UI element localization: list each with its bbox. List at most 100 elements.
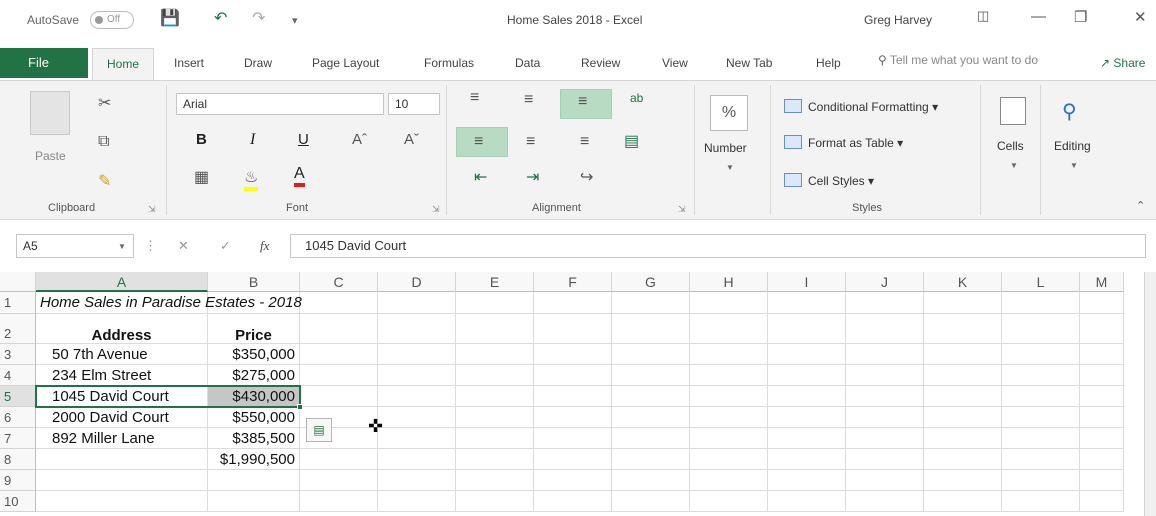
grid-cell[interactable] bbox=[300, 386, 378, 407]
undo-icon[interactable]: ↶ bbox=[214, 8, 227, 28]
grid-cell[interactable] bbox=[768, 449, 846, 470]
grid-cell[interactable] bbox=[456, 470, 534, 491]
grid-cell[interactable] bbox=[534, 449, 612, 470]
grid-cell[interactable] bbox=[534, 386, 612, 407]
grid-cell[interactable] bbox=[924, 365, 1002, 386]
grid-cell[interactable] bbox=[1080, 365, 1124, 386]
grid-cell[interactable] bbox=[768, 491, 846, 512]
column-header-j[interactable]: J bbox=[846, 272, 924, 292]
grid-cell[interactable] bbox=[612, 344, 690, 365]
tab-insert[interactable]: Insert bbox=[174, 56, 204, 70]
column-header-f[interactable]: F bbox=[534, 272, 612, 292]
grid-cell[interactable] bbox=[1080, 470, 1124, 491]
grid-cell[interactable] bbox=[924, 386, 1002, 407]
row-header-5[interactable]: 5 bbox=[0, 386, 36, 407]
grid-cell[interactable] bbox=[300, 314, 378, 344]
column-header-m[interactable]: M bbox=[1080, 272, 1124, 292]
paste-button[interactable]: Paste bbox=[35, 149, 66, 163]
grid-cell[interactable] bbox=[1002, 491, 1080, 512]
number-format-icon[interactable]: % bbox=[710, 95, 748, 131]
grid-cell[interactable] bbox=[690, 386, 768, 407]
conditional-formatting-button[interactable]: Conditional Formatting ▾ bbox=[784, 99, 938, 114]
grid-cell[interactable] bbox=[924, 470, 1002, 491]
tab-view[interactable]: View bbox=[662, 56, 688, 70]
grid-cell[interactable] bbox=[534, 428, 612, 449]
grid-cell[interactable] bbox=[690, 292, 768, 314]
grid-cell[interactable] bbox=[1002, 365, 1080, 386]
column-header-a[interactable]: A bbox=[36, 272, 208, 292]
grid-cell[interactable] bbox=[378, 449, 456, 470]
row-header-1[interactable]: 1 bbox=[0, 292, 36, 314]
grid-cell[interactable] bbox=[768, 386, 846, 407]
top-align-icon[interactable]: ≡ bbox=[470, 89, 479, 107]
grid-cell[interactable] bbox=[846, 449, 924, 470]
cut-icon[interactable]: ✂ bbox=[98, 93, 111, 113]
column-header-d[interactable]: D bbox=[378, 272, 456, 292]
grid-cell[interactable] bbox=[768, 407, 846, 428]
grid-cell[interactable] bbox=[690, 491, 768, 512]
grid-cell[interactable] bbox=[846, 470, 924, 491]
grid-cell[interactable] bbox=[846, 344, 924, 365]
grid-cell[interactable] bbox=[1002, 344, 1080, 365]
grid-cell[interactable] bbox=[612, 292, 690, 314]
grid-cell[interactable] bbox=[1080, 386, 1124, 407]
format-painter-icon[interactable]: ✎ bbox=[98, 171, 111, 191]
grid-cell[interactable] bbox=[612, 449, 690, 470]
grid-cell[interactable] bbox=[768, 428, 846, 449]
grid-cell[interactable] bbox=[924, 344, 1002, 365]
editing-button[interactable]: Editing bbox=[1054, 139, 1091, 153]
grid-cell[interactable] bbox=[690, 449, 768, 470]
column-header-g[interactable]: G bbox=[612, 272, 690, 292]
select-all-button[interactable] bbox=[0, 272, 36, 292]
minimize-icon[interactable]: — bbox=[1031, 8, 1046, 25]
tab-new-tab[interactable]: New Tab bbox=[726, 56, 772, 70]
middle-align-icon[interactable]: ≡ bbox=[524, 91, 533, 109]
copy-icon[interactable]: ⧉ bbox=[98, 133, 109, 151]
grid-cell[interactable] bbox=[768, 365, 846, 386]
grid-cell[interactable] bbox=[456, 292, 534, 314]
tell-me-box[interactable]: ⚲ Tell me what you want to do bbox=[878, 53, 1038, 67]
grid-cell[interactable] bbox=[456, 449, 534, 470]
collapse-ribbon-icon[interactable]: ⌃ bbox=[1136, 199, 1145, 212]
grid-cell[interactable] bbox=[300, 449, 378, 470]
chevron-down-icon[interactable]: ▼ bbox=[1070, 161, 1078, 170]
restore-icon[interactable]: ❐ bbox=[1074, 8, 1087, 26]
user-name[interactable]: Greg Harvey bbox=[864, 13, 932, 27]
fill-color-icon[interactable]: ♨ bbox=[244, 167, 259, 191]
grid-cell[interactable] bbox=[1002, 428, 1080, 449]
grid-cell[interactable] bbox=[300, 491, 378, 512]
grid-cell[interactable] bbox=[612, 386, 690, 407]
address-cell[interactable]: 50 7th Avenue bbox=[36, 344, 208, 365]
font-launcher-icon[interactable]: ⇲ bbox=[432, 204, 440, 215]
tab-review[interactable]: Review bbox=[581, 56, 620, 70]
merge-center-icon[interactable]: ▤ bbox=[624, 131, 639, 151]
grid-cell[interactable] bbox=[690, 470, 768, 491]
grid-cell[interactable] bbox=[924, 314, 1002, 344]
price-cell[interactable]: $550,000 bbox=[208, 407, 300, 428]
grid-cell[interactable] bbox=[846, 292, 924, 314]
grid-cell[interactable] bbox=[378, 365, 456, 386]
chevron-down-icon[interactable]: ▼ bbox=[1010, 161, 1018, 170]
grid-cell[interactable] bbox=[534, 344, 612, 365]
grid-cell[interactable] bbox=[1080, 344, 1124, 365]
grid-cell[interactable] bbox=[1002, 449, 1080, 470]
underline-icon[interactable]: U bbox=[298, 131, 309, 148]
tab-home[interactable]: Home bbox=[92, 48, 154, 80]
grid-cell[interactable] bbox=[456, 365, 534, 386]
row-header-4[interactable]: 4 bbox=[0, 365, 36, 386]
grid-cell[interactable] bbox=[456, 491, 534, 512]
column-header-b[interactable]: B bbox=[208, 272, 300, 292]
clipboard-launcher-icon[interactable]: ⇲ bbox=[148, 204, 156, 215]
grid-cell[interactable] bbox=[378, 344, 456, 365]
grid-cell[interactable] bbox=[378, 407, 456, 428]
grid-cell[interactable] bbox=[690, 365, 768, 386]
grid-cell[interactable] bbox=[456, 344, 534, 365]
decrease-font-icon[interactable]: Aˇ bbox=[404, 131, 419, 148]
row-header-6[interactable]: 6 bbox=[0, 407, 36, 428]
grid-cell[interactable] bbox=[378, 428, 456, 449]
italic-icon[interactable]: I bbox=[250, 131, 255, 149]
alignment-launcher-icon[interactable]: ⇲ bbox=[678, 204, 686, 215]
grid-cell[interactable] bbox=[1080, 491, 1124, 512]
cells-icon[interactable] bbox=[1000, 97, 1026, 125]
cell-styles-button[interactable]: Cell Styles ▾ bbox=[784, 173, 874, 188]
